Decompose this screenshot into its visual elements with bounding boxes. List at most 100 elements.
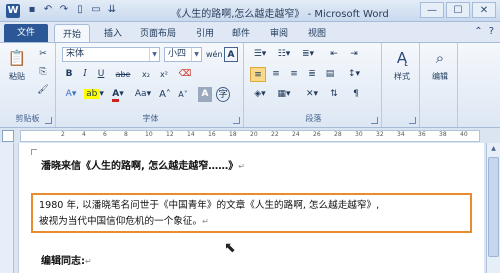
phonetic-guide-button[interactable]: wén: [206, 47, 223, 62]
paste-button[interactable]: 📋 粘贴: [4, 47, 30, 82]
editing-label: 编辑: [432, 72, 448, 81]
highlight-icon: ab: [84, 89, 100, 99]
tab-home[interactable]: 开始: [54, 24, 91, 42]
distributed-button[interactable]: ▤: [322, 67, 338, 82]
italic-button[interactable]: I: [78, 67, 92, 82]
justify-button[interactable]: ≣: [304, 67, 320, 82]
char-shading-button[interactable]: A: [198, 87, 212, 102]
char-border-button[interactable]: A: [224, 47, 238, 62]
ruler-tick-label: 24: [292, 131, 300, 138]
copy-icon[interactable]: ⎘: [36, 65, 50, 80]
font-launcher-icon[interactable]: [233, 117, 240, 124]
numbering-button[interactable]: ☷▾: [274, 47, 294, 62]
styles-launcher-icon[interactable]: [409, 117, 416, 124]
tab-mailings[interactable]: 邮件: [232, 26, 250, 39]
close-button[interactable]: ✕: [472, 2, 496, 18]
ruler-tick-label: 20: [250, 131, 258, 138]
paste-icon: 📋: [7, 49, 27, 67]
minimize-button[interactable]: —: [420, 2, 444, 18]
clear-format-icon[interactable]: ⌫: [178, 67, 192, 82]
paste-label: 粘贴: [9, 72, 25, 81]
ribbon: 📋 粘贴 ✂ ⎘ 🖌 剪贴板 宋体 ▼ 小四 ▼ wén A B I U abe…: [0, 42, 500, 128]
tab-selector-button[interactable]: [2, 130, 14, 142]
highlight-color-button[interactable]: ab ▾: [84, 87, 104, 102]
enclose-char-button[interactable]: 字: [216, 87, 230, 102]
font-name-select[interactable]: 宋体 ▼: [62, 47, 160, 62]
tab-insert[interactable]: 插入: [104, 26, 122, 39]
font-group-label: 字体: [142, 114, 159, 123]
align-right-button[interactable]: ≡: [286, 67, 302, 82]
bold-button[interactable]: B: [62, 67, 76, 82]
shrink-font-button[interactable]: A˅: [176, 87, 190, 102]
ruler-tick-label: 22: [271, 131, 279, 138]
grow-font-button[interactable]: A˄: [158, 87, 172, 102]
doc-line-3[interactable]: 编辑同志:↵: [41, 252, 92, 267]
show-marks-button[interactable]: ¶: [348, 87, 364, 102]
text-effects-icon[interactable]: A▾: [62, 87, 80, 102]
ruler-tick-label: 40: [460, 131, 468, 138]
tab-review[interactable]: 审阅: [270, 26, 288, 39]
scroll-up-icon[interactable]: ▲: [487, 143, 500, 155]
font-color-button[interactable]: A▾: [108, 87, 128, 102]
tab-file[interactable]: 文件: [4, 24, 48, 42]
doc-line-1[interactable]: 潘晓来信《人生的路啊, 怎么越走越窄……》↵: [41, 157, 245, 172]
line-spacing-button[interactable]: ↕▾: [344, 67, 364, 82]
horizontal-ruler[interactable]: 2 4 6 8 10 12 14 16 18 20 22 24 26 28 30 32 34 36 38 40: [20, 130, 480, 142]
bullets-button[interactable]: ☰▾: [250, 47, 270, 62]
align-left-button[interactable]: ≡: [250, 67, 266, 82]
group-editing: ⌕ 编辑: [422, 43, 458, 127]
maximize-button[interactable]: ☐: [446, 2, 470, 18]
tab-page-layout[interactable]: 页面布局: [140, 26, 176, 39]
paragraph-mark: ↵: [85, 257, 92, 266]
document-page[interactable]: 潘晓来信《人生的路啊, 怎么越走越窄……》↵ 1980 年, 以潘晓笔名问世于《…: [18, 143, 484, 273]
font-name-value: 宋体: [66, 49, 85, 59]
align-center-button[interactable]: ≡: [268, 67, 284, 82]
underline-button[interactable]: U: [94, 67, 108, 82]
ruler-tick-label: 34: [397, 131, 405, 138]
margin-mark: [31, 149, 37, 155]
shading-button[interactable]: ◈▾: [250, 87, 270, 102]
change-case-button[interactable]: Aa▾: [132, 87, 154, 102]
group-font: 宋体 ▼ 小四 ▼ wén A B I U abe x₂ x² ⌫ A▾ ab ▾…: [58, 43, 244, 127]
ruler-tick-label: 8: [124, 131, 128, 138]
font-size-select[interactable]: 小四 ▼: [164, 47, 202, 62]
para-line-2: 被视为当代中国信仰危机的一个象征。: [39, 216, 203, 227]
borders-button[interactable]: ▦▾: [274, 87, 294, 102]
paragraph-mark: ↵: [238, 162, 245, 171]
ruler-tick-label: 6: [103, 131, 107, 138]
vertical-scrollbar[interactable]: ▲: [486, 143, 500, 273]
editing-button[interactable]: ⌕ 编辑: [424, 47, 456, 82]
superscript-button[interactable]: x²: [156, 67, 172, 82]
window-controls: — ☐ ✕: [420, 2, 496, 18]
subscript-button[interactable]: x₂: [138, 67, 154, 82]
sort-button[interactable]: ⇅: [326, 87, 342, 102]
multilevel-list-button[interactable]: ≣▾: [298, 47, 318, 62]
decrease-indent-button[interactable]: ⇤: [326, 47, 342, 62]
ruler-tick-label: 4: [82, 131, 86, 138]
minimize-ribbon-icon[interactable]: ⌃: [474, 26, 482, 37]
styles-icon: Ą: [396, 49, 408, 67]
help-icon[interactable]: ?: [489, 26, 494, 37]
styles-button[interactable]: Ą 样式: [386, 47, 418, 82]
strikethrough-button[interactable]: abe: [112, 67, 134, 82]
ruler-tick-label: 2: [61, 131, 65, 138]
ruler-tick-label: 10: [145, 131, 153, 138]
ruler-tick-label: 18: [229, 131, 237, 138]
clipboard-launcher-icon[interactable]: [45, 117, 52, 124]
tab-view[interactable]: 视图: [308, 26, 326, 39]
ribbon-right-controls: ⌃ ?: [474, 26, 494, 37]
ruler-tick-label: 36: [418, 131, 426, 138]
format-painter-icon[interactable]: 🖌: [36, 83, 50, 98]
ruler-tick-label: 14: [187, 131, 195, 138]
ruler-tick-label: 30: [355, 131, 363, 138]
doc-paragraph[interactable]: 1980 年, 以潘晓笔名问世于《中国青年》的文章《人生的路啊, 怎么越走越窄》…: [39, 198, 469, 230]
scroll-thumb[interactable]: [488, 157, 499, 257]
cut-icon[interactable]: ✂: [36, 47, 50, 62]
chevron-down-icon: ▼: [191, 48, 201, 61]
ruler-tick-label: 38: [439, 131, 447, 138]
tab-references[interactable]: 引用: [196, 26, 214, 39]
mouse-cursor-icon: ⬉: [224, 240, 236, 256]
chinese-layout-button[interactable]: ✕▾: [302, 87, 322, 102]
paragraph-launcher-icon[interactable]: [371, 117, 378, 124]
increase-indent-button[interactable]: ⇥: [346, 47, 362, 62]
